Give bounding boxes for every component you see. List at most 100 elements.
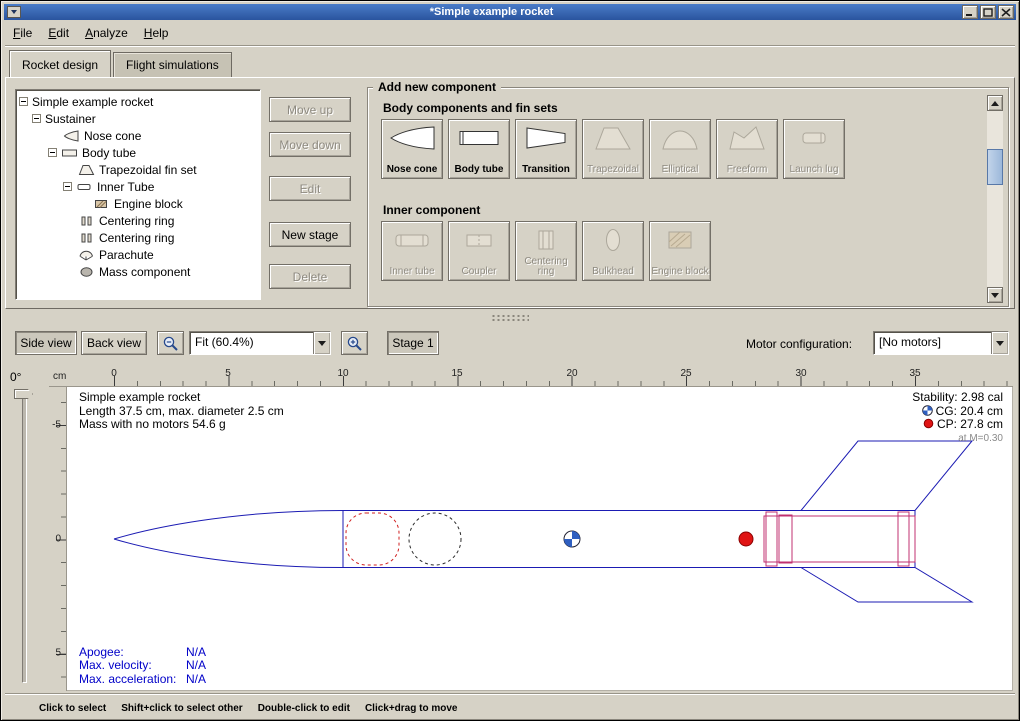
inner-component-label: Inner component xyxy=(383,203,480,217)
add-nose-cone-button[interactable]: Nose cone xyxy=(381,119,443,179)
scrollbar-thumb[interactable] xyxy=(987,149,1003,185)
add-trapezoidal-fin-button: Trapezoidal xyxy=(582,119,644,179)
tree-item-mass-component[interactable]: Mass component xyxy=(16,263,260,280)
window-menu-icon[interactable] xyxy=(7,6,21,18)
tree-item-fin-set[interactable]: Trapezoidal fin set xyxy=(16,161,260,178)
edit-button: Edit xyxy=(269,176,351,201)
mass-component-outline[interactable] xyxy=(409,513,461,565)
engine-block-icon xyxy=(93,198,110,210)
window-title: *Simple example rocket xyxy=(21,5,962,20)
cg-value: CG: 20.4 cm xyxy=(936,404,1003,418)
stability-legend: Stability: 2.98 cal CG: 20.4 cm CP: 27.8… xyxy=(912,391,1003,446)
inner-components[interactable] xyxy=(764,512,915,566)
scroll-down-icon xyxy=(991,293,999,298)
menu-file[interactable]: File xyxy=(5,23,40,43)
add-launch-lug-button: Launch lug xyxy=(783,119,845,179)
combo-drop-button[interactable] xyxy=(991,332,1008,354)
zoom-out-button[interactable] xyxy=(157,331,184,355)
main-tabs: Rocket design Flight simulations xyxy=(9,51,234,77)
cg-marker xyxy=(564,531,580,547)
component-tree[interactable]: Simple example rocket Sustainer Nose con… xyxy=(15,89,261,300)
status-separator xyxy=(5,693,1015,695)
tree-item-nose-cone[interactable]: Nose cone xyxy=(16,127,260,144)
close-button[interactable] xyxy=(998,5,1014,19)
freeform-fin-icon xyxy=(723,123,771,153)
tree-item-centering-ring-2[interactable]: Centering ring xyxy=(16,229,260,246)
back-view-button[interactable]: Back view xyxy=(81,331,147,355)
add-inner-tube-button: Inner tube xyxy=(381,221,443,281)
launch-lug-icon xyxy=(790,123,838,153)
menu-edit[interactable]: Edit xyxy=(40,23,77,43)
collapse-icon[interactable] xyxy=(48,148,57,157)
bulkhead-icon xyxy=(589,225,637,255)
add-engine-block-button: Engine block xyxy=(649,221,711,281)
body-components-label: Body components and fin sets xyxy=(383,101,558,115)
minimize-button[interactable] xyxy=(962,5,978,19)
lower-fin[interactable] xyxy=(801,568,972,603)
menu-help[interactable]: Help xyxy=(136,23,177,43)
tree-item-inner-tube[interactable]: Inner Tube xyxy=(16,178,260,195)
zoom-level-combobox[interactable]: Fit (60.4%) xyxy=(189,331,331,355)
zoom-out-icon xyxy=(162,335,179,352)
component-panel-scrollbar[interactable] xyxy=(987,95,1003,303)
trapezoidal-fin-icon xyxy=(78,164,95,176)
upper-fin[interactable] xyxy=(801,441,972,511)
transition-icon xyxy=(522,123,570,153)
rotation-angle-label: 0° xyxy=(10,370,21,384)
elliptical-fin-icon xyxy=(656,123,704,153)
new-stage-button[interactable]: New stage xyxy=(269,222,351,247)
window-controls xyxy=(962,5,1014,19)
combo-drop-button[interactable] xyxy=(313,332,330,354)
scroll-down-button[interactable] xyxy=(987,287,1003,303)
menu-analyze[interactable]: Analyze xyxy=(77,23,136,43)
splitter-grip-icon xyxy=(491,314,529,321)
cp-marker xyxy=(739,532,753,546)
add-transition-button[interactable]: Transition xyxy=(515,119,577,179)
stage-1-toggle[interactable]: Stage 1 xyxy=(387,331,439,355)
rocket-info: Simple example rocket Length 37.5 cm, ma… xyxy=(79,391,284,432)
scroll-up-button[interactable] xyxy=(987,95,1003,111)
tree-item-sustainer[interactable]: Sustainer xyxy=(16,110,260,127)
rocket-mass: Mass with no motors 54.6 g xyxy=(79,418,284,432)
tree-item-parachute[interactable]: Parachute xyxy=(16,246,260,263)
cg-icon xyxy=(922,405,933,416)
parachute-outline[interactable] xyxy=(346,513,399,565)
parachute-icon xyxy=(78,249,95,261)
tree-item-engine-block[interactable]: Engine block xyxy=(16,195,260,212)
tree-item-rocket[interactable]: Simple example rocket xyxy=(16,93,260,110)
splitter-handle[interactable] xyxy=(1,310,1019,324)
centering-ring-icon xyxy=(78,215,95,227)
stability-value: Stability: 2.98 cal xyxy=(912,391,1003,405)
status-bar: Click to select Shift+click to select ot… xyxy=(5,697,1015,719)
maximize-button[interactable] xyxy=(980,5,996,19)
nose-cone-icon xyxy=(388,123,436,153)
menu-separator xyxy=(5,45,1015,47)
motor-configuration-combobox[interactable]: [No motors] xyxy=(873,331,1009,355)
body-tube-icon xyxy=(61,147,78,159)
rotation-slider-handle[interactable] xyxy=(14,389,33,399)
add-bulkhead-button: Bulkhead xyxy=(582,221,644,281)
tree-item-body-tube[interactable]: Body tube xyxy=(16,144,260,161)
rotation-slider-track[interactable] xyxy=(22,393,27,683)
add-body-tube-button[interactable]: Body tube xyxy=(448,119,510,179)
tree-item-centering-ring-1[interactable]: Centering ring xyxy=(16,212,260,229)
inner-tube-icon xyxy=(388,225,436,255)
body-tube-icon xyxy=(455,123,503,153)
collapse-icon[interactable] xyxy=(32,114,41,123)
collapse-icon[interactable] xyxy=(19,97,28,106)
mass-component-icon xyxy=(78,266,95,278)
engine-block-icon xyxy=(656,225,704,255)
close-icon xyxy=(1001,8,1011,17)
side-view-button[interactable]: Side view xyxy=(15,331,77,355)
nose-cone-icon xyxy=(63,130,80,142)
chevron-down-icon xyxy=(318,341,326,346)
inner-tube-icon xyxy=(76,181,93,193)
tab-flight-simulations[interactable]: Flight simulations xyxy=(113,52,232,77)
title-bar[interactable]: *Simple example rocket xyxy=(4,4,1016,20)
tab-rocket-design[interactable]: Rocket design xyxy=(9,50,111,77)
zoom-in-button[interactable] xyxy=(341,331,368,355)
cp-icon xyxy=(923,418,934,429)
collapse-icon[interactable] xyxy=(63,182,72,191)
zoom-in-icon xyxy=(346,335,363,352)
add-component-title: Add new component xyxy=(373,80,501,94)
